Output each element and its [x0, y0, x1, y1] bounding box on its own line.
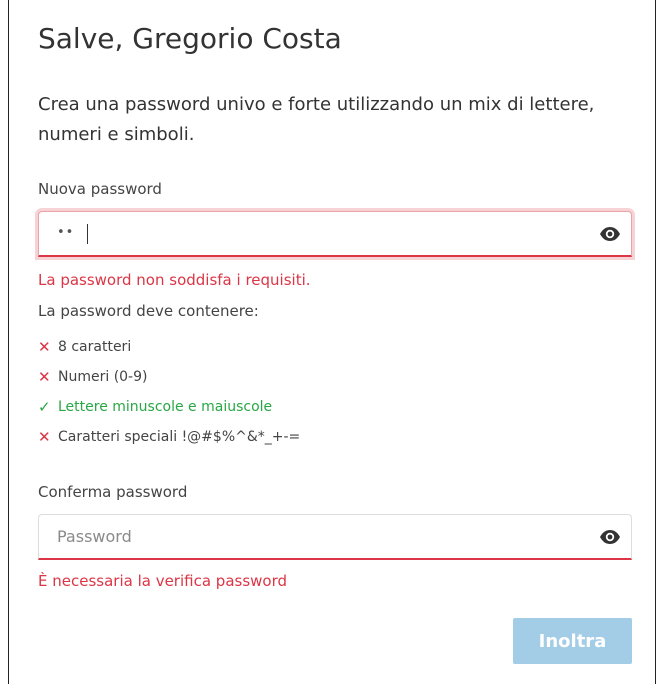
- confirm-password-error: È necessaria la verifica password: [38, 572, 288, 590]
- reset-password-card: Salve, Gregorio Costa Crea una password …: [8, 0, 656, 684]
- intro-text: Crea una password univo e forte utilizza…: [38, 94, 595, 145]
- requirements-heading: La password deve contenere:: [38, 302, 259, 320]
- text-caret: [87, 224, 88, 244]
- requirement-label: Caratteri speciali !@#$%^&*_+-=: [58, 429, 301, 445]
- requirement-label: Numeri (0-9): [58, 369, 148, 385]
- requirements-list: ✕ 8 caratteri ✕ Numeri (0-9) ✓ Lettere m…: [38, 332, 300, 452]
- requirement-numbers: ✕ Numeri (0-9): [38, 362, 300, 392]
- new-password-label: Nuova password: [38, 180, 162, 198]
- requirement-case: ✓ Lettere minuscole e maiuscole: [38, 392, 300, 422]
- eye-icon: [600, 530, 620, 544]
- check-icon: ✓: [38, 398, 51, 416]
- show-confirm-password-button[interactable]: [599, 527, 621, 547]
- eye-icon: [600, 227, 620, 241]
- requirement-label: 8 caratteri: [58, 339, 132, 355]
- new-password-error: La password non soddisfa i requisiti.: [38, 271, 311, 289]
- requirement-special: ✕ Caratteri speciali !@#$%^&*_+-=: [38, 422, 300, 452]
- confirm-password-input[interactable]: [39, 515, 579, 558]
- page-title: Salve, Gregorio Costa: [38, 22, 342, 55]
- submit-button[interactable]: Inoltra: [513, 618, 632, 664]
- new-password-field[interactable]: ••: [38, 211, 632, 257]
- cross-icon: ✕: [38, 368, 51, 386]
- show-new-password-button[interactable]: [599, 224, 621, 244]
- confirm-password-label: Conferma password: [38, 483, 188, 501]
- new-password-input[interactable]: [39, 212, 579, 255]
- requirement-label: Lettere minuscole e maiuscole: [58, 399, 273, 415]
- cross-icon: ✕: [38, 428, 51, 446]
- cross-icon: ✕: [38, 338, 51, 356]
- requirement-length: ✕ 8 caratteri: [38, 332, 300, 362]
- confirm-password-field[interactable]: [38, 514, 632, 560]
